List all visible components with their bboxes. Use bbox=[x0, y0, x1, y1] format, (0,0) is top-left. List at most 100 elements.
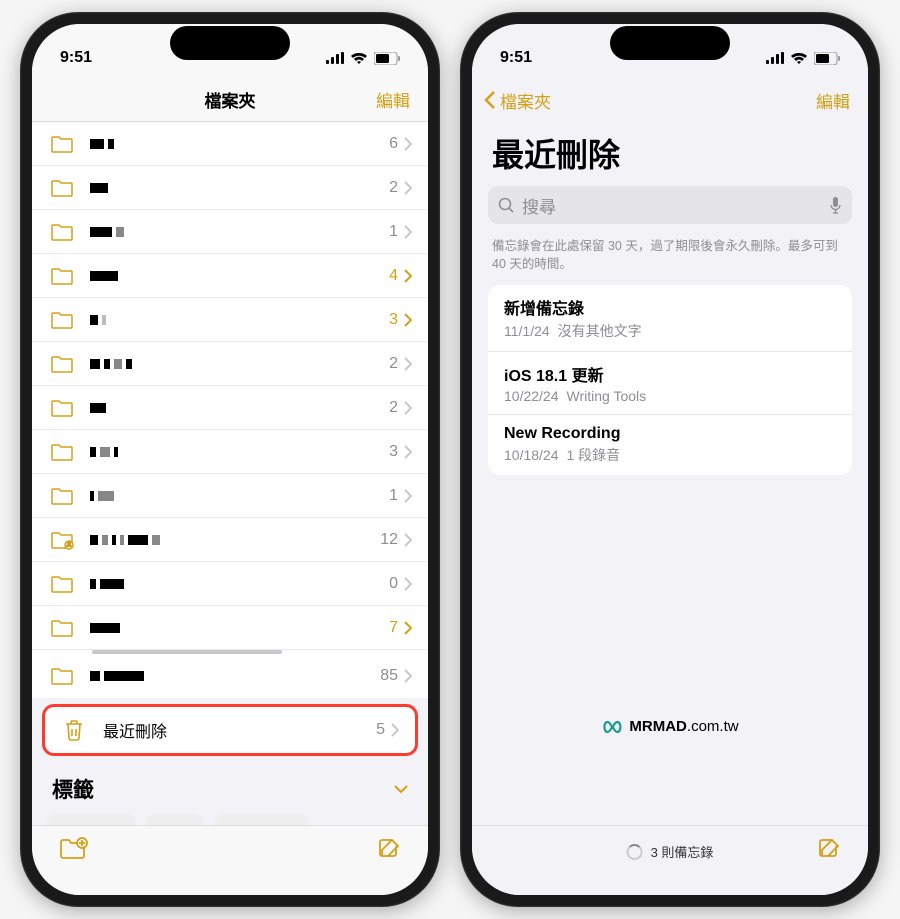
new-folder-button[interactable] bbox=[58, 836, 88, 867]
retention-info: 備忘錄會在此處保留 30 天，過了期限後會永久刪除。最多可到 40 天的時間。 bbox=[472, 234, 868, 285]
folder-name bbox=[90, 227, 389, 237]
folder-icon bbox=[50, 441, 76, 463]
phone-right: 9:51 檔案夾 編輯 最近刪除 搜尋 備忘錄會在此處保留 30 天，過了期限後… bbox=[460, 12, 880, 907]
trash-icon bbox=[63, 719, 89, 741]
tag-chip[interactable]: #Tw bbox=[146, 814, 204, 825]
folder-count: 3 bbox=[389, 311, 398, 329]
folder-row[interactable]: 1 bbox=[32, 474, 428, 518]
note-title: New Recording bbox=[504, 425, 836, 443]
recently-deleted-label: 最近刪除 bbox=[103, 718, 376, 742]
folder-icon bbox=[50, 397, 76, 419]
watermark: MRMAD.com.tw bbox=[601, 718, 738, 735]
note-row[interactable]: iOS 18.1 更新10/22/24Writing Tools bbox=[488, 352, 852, 415]
folder-row[interactable]: 2 bbox=[32, 386, 428, 430]
search-input[interactable]: 搜尋 bbox=[488, 186, 852, 224]
folder-name bbox=[90, 579, 389, 589]
folder-name bbox=[90, 315, 389, 325]
folder-list-content[interactable]: 6 2 1 4 3 2 2 3 1 12 0 7 85 最近刪除 5 標籤 所有標籤 #T… bbox=[32, 122, 428, 825]
deleted-content[interactable]: 最近刪除 搜尋 備忘錄會在此處保留 30 天，過了期限後會永久刪除。最多可到 4… bbox=[472, 122, 868, 825]
folder-row[interactable]: 0 bbox=[32, 562, 428, 606]
folder-icon bbox=[50, 221, 76, 243]
folder-row[interactable]: 7 bbox=[32, 606, 428, 650]
folder-count: 12 bbox=[380, 531, 398, 549]
spinner-icon bbox=[627, 844, 643, 860]
note-row[interactable]: 新增備忘錄11/1/24沒有其他文字 bbox=[488, 285, 852, 352]
edit-button[interactable]: 編輯 bbox=[816, 88, 850, 113]
folder-icon bbox=[50, 573, 76, 595]
search-placeholder: 搜尋 bbox=[522, 193, 821, 218]
back-button[interactable]: 檔案夾 bbox=[484, 88, 551, 113]
dynamic-island bbox=[170, 26, 290, 60]
folder-icon bbox=[50, 309, 76, 331]
edit-button[interactable]: 編輯 bbox=[376, 87, 410, 112]
folder-name bbox=[90, 271, 389, 281]
search-icon bbox=[498, 197, 514, 213]
battery-icon bbox=[374, 52, 400, 65]
recently-deleted-row[interactable]: 最近刪除 5 bbox=[45, 707, 415, 753]
folder-count: 3 bbox=[389, 443, 398, 461]
folder-row[interactable]: 2 bbox=[32, 342, 428, 386]
status-time: 9:51 bbox=[500, 49, 532, 67]
chevron-right-icon bbox=[391, 723, 399, 737]
folder-count: 2 bbox=[389, 355, 398, 373]
folder-count: 6 bbox=[389, 135, 398, 153]
sync-status: 3 則備忘錄 bbox=[627, 842, 714, 861]
toolbar bbox=[32, 825, 428, 895]
folder-row[interactable]: 3 bbox=[32, 298, 428, 342]
folder-count: 1 bbox=[389, 223, 398, 241]
chevron-left-icon bbox=[484, 90, 496, 110]
folder-name bbox=[90, 671, 380, 681]
folder-count: 0 bbox=[389, 575, 398, 593]
folder-name bbox=[90, 535, 380, 545]
note-title: 新增備忘錄 bbox=[504, 295, 836, 319]
status-indicators bbox=[766, 52, 840, 65]
cellular-icon bbox=[766, 52, 784, 64]
battery-icon bbox=[814, 52, 840, 65]
folder-icon bbox=[50, 529, 76, 551]
compose-button[interactable] bbox=[816, 836, 842, 867]
toolbar: 3 則備忘錄 bbox=[472, 825, 868, 895]
infinity-icon bbox=[601, 719, 623, 735]
folder-icon bbox=[50, 665, 76, 687]
page-title: 最近刪除 bbox=[472, 122, 868, 186]
note-list: 新增備忘錄11/1/24沒有其他文字iOS 18.1 更新10/22/24Wri… bbox=[488, 285, 852, 475]
tags-section-header[interactable]: 標籤 bbox=[32, 756, 428, 814]
folder-row[interactable]: 85 bbox=[32, 654, 428, 698]
wifi-icon bbox=[790, 52, 808, 65]
folder-name bbox=[90, 491, 389, 501]
note-subtitle: 10/22/24Writing Tools bbox=[504, 388, 836, 404]
wifi-icon bbox=[350, 52, 368, 65]
folder-row[interactable]: 1 bbox=[32, 210, 428, 254]
folder-icon bbox=[50, 133, 76, 155]
folder-icon bbox=[50, 177, 76, 199]
folder-icon bbox=[50, 265, 76, 287]
chevron-down-icon bbox=[394, 785, 408, 794]
compose-button[interactable] bbox=[376, 836, 402, 867]
folder-list: 6 2 1 4 3 2 2 3 1 12 0 7 85 bbox=[32, 122, 428, 698]
folder-name bbox=[90, 359, 389, 369]
status-indicators bbox=[326, 52, 400, 65]
folder-row[interactable]: 4 bbox=[32, 254, 428, 298]
tag-chip[interactable]: 所有標籤 bbox=[46, 814, 136, 825]
folder-row[interactable]: 12 bbox=[32, 518, 428, 562]
folder-name bbox=[90, 447, 389, 457]
tag-chip[interactable]: #Twamon bbox=[214, 814, 309, 825]
tags-row: 所有標籤 #Tw #Twamon bbox=[32, 814, 428, 825]
folder-row[interactable]: 3 bbox=[32, 430, 428, 474]
folder-count: 4 bbox=[389, 267, 398, 285]
recently-deleted-highlight: 最近刪除 5 bbox=[42, 704, 418, 756]
nav-title: 檔案夾 bbox=[205, 87, 256, 112]
tags-label: 標籤 bbox=[52, 774, 94, 804]
folder-icon bbox=[50, 353, 76, 375]
dynamic-island bbox=[610, 26, 730, 60]
folder-count: 2 bbox=[389, 179, 398, 197]
folder-row[interactable]: 6 bbox=[32, 122, 428, 166]
folder-count: 1 bbox=[389, 487, 398, 505]
mic-icon[interactable] bbox=[829, 196, 842, 214]
screen-deleted: 9:51 檔案夾 編輯 最近刪除 搜尋 備忘錄會在此處保留 30 天，過了期限後… bbox=[472, 24, 868, 895]
folder-count: 2 bbox=[389, 399, 398, 417]
note-row[interactable]: New Recording10/18/241 段錄音 bbox=[488, 415, 852, 475]
folder-icon bbox=[50, 485, 76, 507]
folder-row[interactable]: 2 bbox=[32, 166, 428, 210]
nav-bar: 檔案夾 編輯 bbox=[32, 78, 428, 122]
